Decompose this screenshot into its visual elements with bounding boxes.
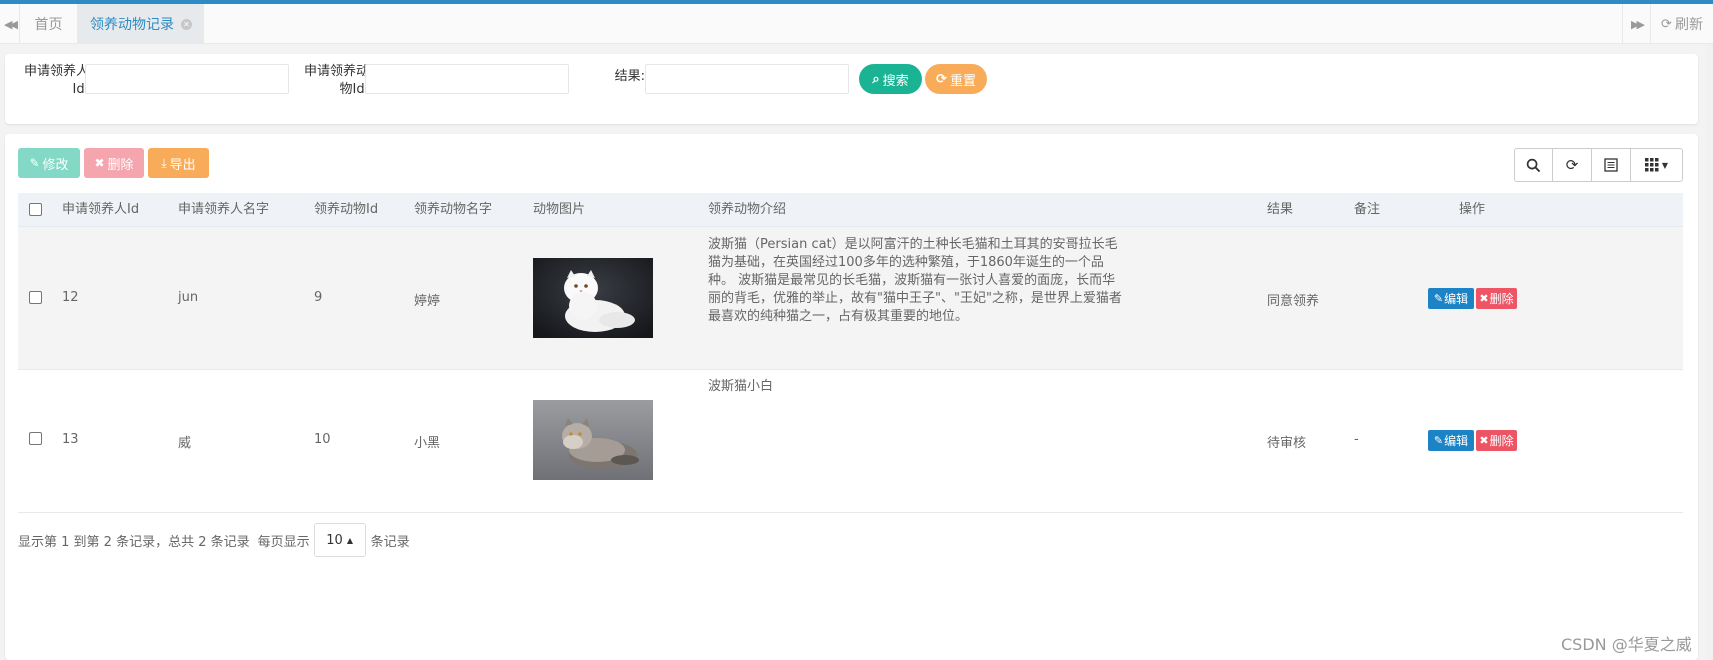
reset-button[interactable]: ⟳ 重置 — [925, 64, 987, 94]
search-icon: ⌕ — [872, 71, 880, 87]
table-row: 13 威 10 小黑 波斯猫小白 待审核 - ✎ 编辑 ✖ 删除 — [18, 370, 1683, 513]
edit-button-label: 修改 — [42, 157, 69, 173]
delete-button[interactable]: ✖ 删除 — [84, 148, 144, 178]
row-delete-label: 删除 — [1489, 292, 1514, 306]
per-page-suffix: 条记录 — [370, 534, 410, 550]
refresh-icon: ⟳ — [1565, 156, 1579, 174]
col-applicant-id[interactable]: 申请领养人Id — [62, 193, 139, 227]
cell-animal-id: 9 — [314, 290, 323, 305]
col-animal-image[interactable]: 动物图片 — [533, 193, 585, 227]
refresh-icon: ⟳ — [1661, 16, 1672, 32]
search-button[interactable]: ⌕ 搜索 — [859, 64, 922, 94]
row-delete-label: 删除 — [1489, 434, 1514, 448]
cell-animal-id: 10 — [314, 432, 331, 447]
col-animal-name[interactable]: 领养动物名字 — [414, 193, 492, 227]
delete-icon: ✖ — [1479, 292, 1489, 305]
caret-down-icon: ▼ — [1661, 160, 1669, 170]
search-button-label: 搜索 — [882, 73, 909, 89]
cell-applicant-id: 13 — [62, 432, 79, 447]
cell-applicant-name: jun — [178, 290, 199, 305]
table-row: 12 jun 9 婷婷 波斯猫（Persian cat）是以阿富汗的土种长毛猫和… — [18, 227, 1683, 370]
columns-dropdown-button[interactable]: ▼ — [1631, 149, 1682, 181]
table-tools: ⟳ ▼ — [1514, 148, 1683, 182]
delete-button-label: 删除 — [107, 157, 134, 173]
reset-button-label: 重置 — [949, 73, 976, 89]
row-edit-button[interactable]: ✎ 编辑 — [1428, 430, 1474, 451]
delete-icon: ✖ — [94, 156, 105, 170]
search-panel: 申请领养人Id: 申请领养动物Id: 结果: ⌕ 搜索 ⟳ 重置 — [5, 54, 1698, 124]
table-panel: ✎ 修改 ✖ 删除 ⤓ 导出 ⟳ ▼ 申请领养人Id 申请领养人名字 领养动物I… — [5, 134, 1698, 660]
list-view-icon — [1604, 158, 1618, 172]
cell-applicant-name: 威 — [178, 436, 192, 451]
cell-animal-intro: 波斯猫小白 — [708, 379, 774, 394]
tab-scroll-left-icon[interactable]: ◀◀ — [0, 4, 20, 44]
refresh-button[interactable]: ⟳ 刷新 — [1650, 4, 1713, 44]
applicant-id-input[interactable] — [85, 64, 289, 94]
cell-applicant-id: 12 — [62, 290, 79, 305]
export-button-label: 导出 — [169, 157, 196, 173]
cell-animal-intro: 波斯猫（Persian cat）是以阿富汗的土种长毛猫和土耳其的安哥拉长毛猫为基… — [708, 237, 1122, 324]
edit-button[interactable]: ✎ 修改 — [18, 148, 80, 178]
grid-icon — [1644, 158, 1659, 172]
table-search-button[interactable] — [1515, 149, 1553, 181]
cell-animal-name: 小黑 — [414, 436, 441, 451]
caret-up-icon: ▲ — [346, 535, 353, 545]
cell-animal-name: 婷婷 — [414, 294, 441, 309]
cell-result: 待审核 — [1267, 436, 1307, 451]
row-delete-button[interactable]: ✖ 删除 — [1476, 430, 1517, 451]
tab-scroll-right-icon[interactable]: ▶▶ — [1622, 4, 1650, 44]
pagination-bar: 显示第 1 到第 2 条记录，总共 2 条记录 每页显示 10 ▲ 条记录 — [18, 523, 410, 557]
row-edit-button[interactable]: ✎ 编辑 — [1428, 288, 1474, 309]
col-animal-intro[interactable]: 领养动物介绍 — [708, 193, 786, 227]
refresh-label: 刷新 — [1674, 17, 1703, 33]
select-all-checkbox[interactable] — [29, 203, 42, 216]
animal-id-input[interactable] — [365, 64, 569, 94]
col-remark[interactable]: 备注 — [1354, 193, 1380, 227]
col-result[interactable]: 结果 — [1267, 193, 1293, 227]
magnifier-icon — [1526, 158, 1541, 172]
cell-remark: - — [1354, 432, 1359, 447]
edit-icon: ✎ — [1433, 292, 1444, 305]
row-delete-button[interactable]: ✖ 删除 — [1476, 288, 1517, 309]
tab-home[interactable]: 首页 — [20, 4, 78, 44]
per-page-prefix: 每页显示 — [257, 534, 310, 550]
watermark: CSDN @华夏之威 — [1561, 635, 1692, 654]
page-size-value: 10 — [326, 532, 343, 548]
result-input[interactable] — [645, 64, 849, 94]
reset-icon: ⟳ — [936, 71, 947, 87]
cell-result: 同意领养 — [1267, 294, 1320, 309]
col-applicant-name[interactable]: 申请领养人名字 — [178, 193, 269, 227]
export-button[interactable]: ⤓ 导出 — [148, 148, 209, 178]
row-checkbox[interactable] — [29, 432, 42, 445]
row-checkbox[interactable] — [29, 291, 42, 304]
tab-adoption-records-label: 领养动物记录 — [90, 17, 174, 33]
col-actions: 操作 — [1459, 202, 1486, 217]
applicant-id-label: 申请领养人Id: — [23, 64, 89, 97]
tab-home-label: 首页 — [34, 17, 63, 33]
grey-cat-image — [533, 400, 653, 480]
white-cat-image — [533, 258, 653, 338]
table-header: 申请领养人Id 申请领养人名字 领养动物Id 领养动物名字 动物图片 领养动物介… — [18, 193, 1683, 227]
download-icon: ⤓ — [161, 155, 167, 170]
cell-animal-image[interactable] — [533, 400, 653, 480]
tab-close-icon[interactable]: ✕ — [181, 18, 192, 30]
page-scrollbar[interactable] — [1706, 44, 1713, 660]
page-size-dropdown[interactable]: 10 ▲ — [313, 523, 366, 557]
table-refresh-button[interactable]: ⟳ — [1553, 149, 1592, 181]
pagination-summary: 显示第 1 到第 2 条记录，总共 2 条记录 — [18, 534, 250, 550]
tab-bar: ◀◀ 首页 领养动物记录 ✕ ▶▶ ⟳ 刷新 — [0, 4, 1713, 44]
edit-icon: ✎ — [1433, 434, 1444, 447]
toggle-view-button[interactable] — [1592, 149, 1631, 181]
animal-id-label: 申请领养动物Id: — [303, 64, 369, 97]
col-animal-id[interactable]: 领养动物Id — [314, 193, 378, 227]
row-edit-label: 编辑 — [1444, 434, 1469, 448]
row-edit-label: 编辑 — [1444, 292, 1469, 306]
result-label: 结果: — [614, 69, 645, 84]
cell-animal-image[interactable] — [533, 258, 653, 338]
tab-adoption-records[interactable]: 领养动物记录 ✕ — [78, 4, 204, 44]
delete-icon: ✖ — [1479, 434, 1489, 447]
edit-icon: ✎ — [29, 156, 40, 170]
